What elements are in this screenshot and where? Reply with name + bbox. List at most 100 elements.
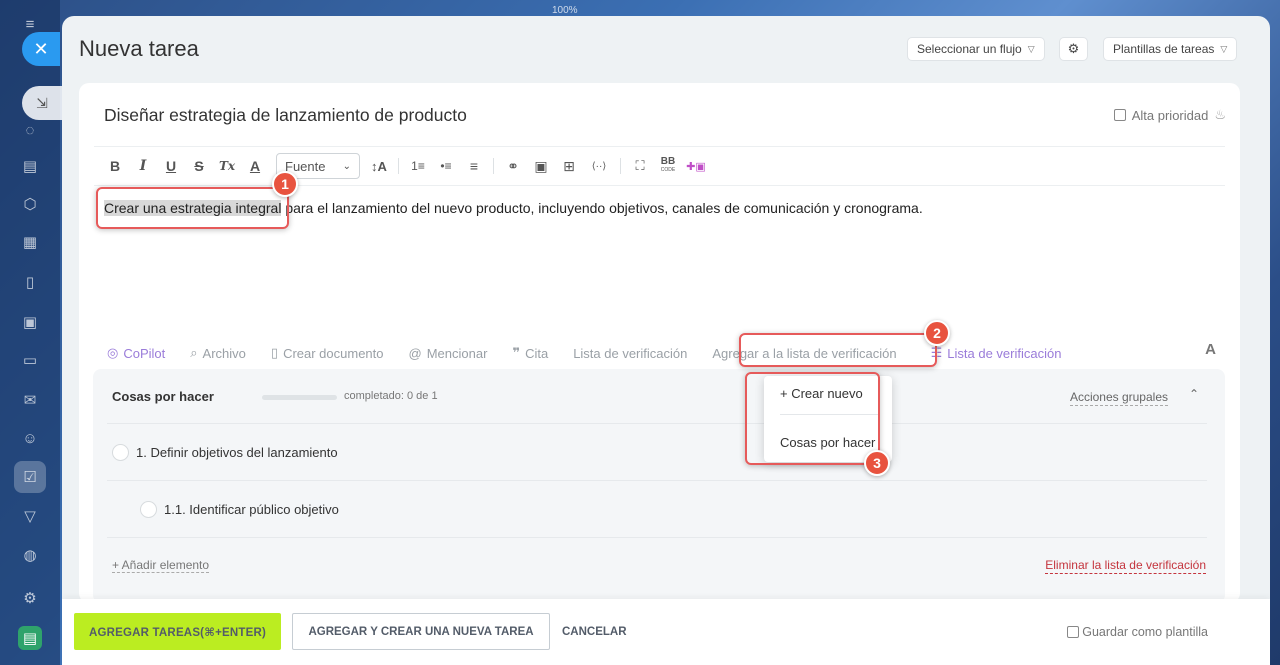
mention-label: Mencionar [426, 345, 488, 361]
underline-button[interactable]: U [160, 155, 182, 177]
add-item-link[interactable]: + Añadir elemento [112, 558, 210, 573]
divider [94, 146, 1225, 147]
group-actions-link[interactable]: Acciones grupales [1069, 390, 1168, 406]
document-icon: ▯ [270, 345, 279, 360]
add-image-button[interactable]: ✚▣ [685, 155, 707, 177]
board-icon[interactable]: ▣ [18, 310, 42, 334]
checklist-label: Lista de verificación [573, 345, 688, 361]
checklist-item-label: 1. Definir objetivos del lanzamiento [136, 445, 338, 460]
bold-button[interactable]: B [104, 155, 126, 177]
font-size-button[interactable]: ↕A [368, 155, 390, 177]
form-footer: AGREGAR TAREAS(⌘+ENTER) AGREGAR Y CREAR … [62, 599, 1270, 665]
divider [107, 423, 1207, 424]
task-templates-label: Plantillas de tareas [1113, 42, 1215, 56]
checklist-block: Cosas por hacer completado: 0 de 1 Accio… [93, 369, 1225, 603]
mention-button[interactable]: @ Mencionar [409, 346, 488, 361]
annotation-box-2 [739, 333, 937, 367]
item-checkbox[interactable] [140, 501, 157, 518]
attach-file-button[interactable]: ⌕ Archivo [190, 345, 246, 361]
add-task-button[interactable]: AGREGAR TAREAS(⌘+ENTER) [74, 613, 281, 650]
table-button[interactable]: ⊞ [558, 155, 580, 177]
calendar-icon[interactable]: ▦ [18, 230, 42, 254]
high-priority-checkbox[interactable] [1113, 109, 1126, 121]
chevron-down-icon: ▽ [1220, 43, 1228, 54]
checklist-purple-button[interactable]: ☷ Lista de verificación [931, 345, 1062, 361]
task-title-input[interactable]: Diseñar estrategia de lanzamiento de pro… [104, 105, 467, 126]
documents-icon[interactable]: ▯ [18, 270, 42, 294]
add-item-label: + Añadir elemento [112, 558, 210, 573]
save-as-template-label: Guardar como plantilla [1082, 625, 1208, 639]
high-priority-label: Alta prioridad [1131, 107, 1209, 123]
save-as-template-toggle[interactable]: Guardar como plantilla [1067, 625, 1208, 639]
contacts-icon[interactable]: ☺ [18, 426, 42, 450]
checklist-item-label: 1.1. Identificar público objetivo [164, 502, 339, 517]
chevron-up-icon[interactable]: ⌃ [1189, 387, 1199, 401]
item-checkbox[interactable] [112, 444, 129, 461]
select-flow-label: Seleccionar un flujo [917, 42, 1022, 56]
checklist-progress-bar [262, 395, 337, 400]
annotation-badge-2: 2 [924, 320, 950, 346]
divider [107, 480, 1207, 481]
chevron-down-icon: ▽ [1027, 43, 1035, 54]
fullscreen-button[interactable]: ⛶ [629, 155, 651, 177]
gear-icon: ⚙ [1067, 41, 1080, 56]
ordered-list-button[interactable]: 1≡ [407, 155, 429, 177]
minimize-tab-button[interactable]: ⇲ [22, 86, 62, 120]
chat-icon[interactable]: ◌ [18, 118, 42, 142]
copilot-icon: ◎ [107, 345, 119, 360]
task-templates-button[interactable]: Plantillas de tareas ▽ [1103, 37, 1238, 61]
link-button[interactable]: ⚭ [502, 155, 524, 177]
align-button[interactable]: ≡ [463, 155, 485, 177]
annotation-box-3 [745, 372, 880, 465]
bulleted-list-button[interactable]: •≡ [435, 155, 457, 177]
create-document-button[interactable]: ▯ Crear documento [271, 345, 384, 361]
select-flow-button[interactable]: Seleccionar un flujo ▽ [907, 37, 1045, 61]
fire-icon: ♨ [1214, 107, 1226, 122]
high-priority-toggle[interactable]: Alta prioridad ♨ [1113, 107, 1226, 123]
checklist-item[interactable]: 1.1. Identificar público objetivo [140, 501, 339, 518]
mail-icon[interactable]: ✉ [18, 388, 42, 412]
bbcode-button[interactable]: BB CODE [657, 155, 679, 177]
clear-format-button[interactable]: Tx [216, 155, 238, 177]
editor-tools-row: ◎ CoPilot ⌕ Archivo ▯ Crear documento @ … [107, 343, 1086, 363]
new-task-panel: Nueva tarea Seleccionar un flujo ▽ ⚙ Pla… [62, 16, 1270, 665]
formatting-toolbar: B I U S Tx A Fuente ⌄ ↕A 1≡ •≡ ≡ ⚭ ▣ ⊞ ⟨… [104, 153, 713, 179]
quote-icon: ❞ [512, 345, 521, 360]
checklist-button[interactable]: Lista de verificación [573, 346, 687, 361]
settings-icon[interactable]: ⚙ [18, 586, 42, 610]
code-button[interactable]: ⟨··⟩ [586, 155, 612, 177]
feed-icon[interactable]: ▤ [18, 154, 42, 178]
card-icon[interactable]: ▭ [18, 348, 42, 372]
robot-icon[interactable]: ◍ [18, 543, 42, 567]
store-icon[interactable]: ▤ [18, 626, 42, 650]
zoom-label: 100% [552, 5, 578, 16]
bbcode-label-bottom: CODE [660, 167, 676, 173]
create-document-label: Crear documento [283, 345, 384, 361]
groups-icon[interactable]: ⬡ [18, 192, 42, 216]
toolbar-separator [398, 158, 399, 174]
paperclip-icon: ⌕ [190, 345, 198, 360]
close-slider-button[interactable]: ✕ [22, 32, 60, 66]
page-title: Nueva tarea [79, 36, 199, 61]
text-format-toggle[interactable]: A [1205, 341, 1216, 358]
chevron-down-icon: ⌄ [342, 160, 351, 172]
text-color-button[interactable]: A [244, 155, 266, 177]
tasks-icon[interactable]: ☑ [14, 461, 46, 493]
attach-file-label: Archivo [202, 345, 246, 361]
close-icon: ✕ [33, 38, 49, 59]
checklist-title[interactable]: Cosas por hacer [112, 389, 214, 404]
save-as-template-checkbox[interactable] [1067, 626, 1080, 638]
italic-button[interactable]: I [132, 155, 154, 177]
task-settings-button[interactable]: ⚙ [1059, 37, 1088, 61]
toolbar-separator [493, 158, 494, 174]
quote-button[interactable]: ❞ Cita [512, 345, 548, 361]
strikethrough-button[interactable]: S [188, 155, 210, 177]
funnel-icon[interactable]: ▽ [18, 504, 42, 528]
toolbar-separator [620, 158, 621, 174]
add-and-create-new-button[interactable]: AGREGAR Y CREAR UNA NUEVA TAREA [292, 613, 550, 650]
copilot-button[interactable]: ◎ CoPilot [107, 345, 165, 361]
image-button[interactable]: ▣ [530, 155, 552, 177]
checklist-item[interactable]: 1. Definir objetivos del lanzamiento [112, 444, 338, 461]
delete-checklist-link[interactable]: Eliminar la lista de verificación [1045, 558, 1206, 574]
cancel-button[interactable]: CANCELAR [562, 613, 627, 650]
